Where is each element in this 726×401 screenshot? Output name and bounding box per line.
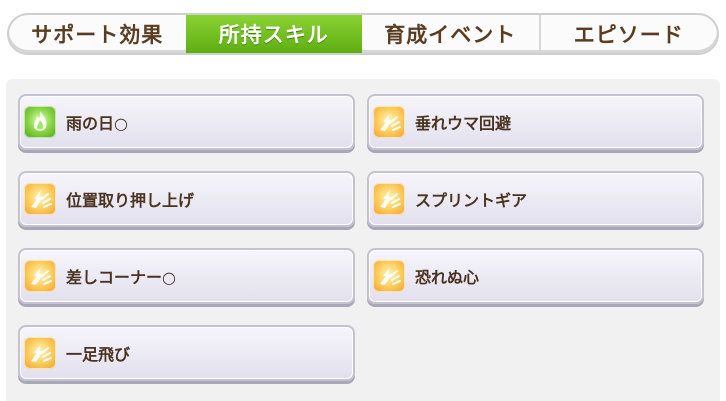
skill-item[interactable]: 一足飛び	[18, 325, 355, 381]
skill-name: スプリントギア	[415, 191, 528, 210]
skill-name: 雨の日○	[66, 114, 128, 133]
tab-support-effects[interactable]: サポート効果	[9, 15, 186, 53]
gold-speed-skill-icon	[373, 106, 405, 138]
tab-bar: サポート効果 所持スキル 育成イベント エピソード	[7, 13, 719, 55]
gold-speed-skill-icon	[24, 183, 56, 215]
tab-training-events[interactable]: 育成イベント	[362, 15, 539, 53]
skill-name: 一足飛び	[66, 345, 131, 364]
gold-speed-skill-icon	[373, 260, 405, 292]
skill-item[interactable]: 恐れぬ心	[367, 248, 704, 304]
skill-name: 位置取り押し上げ	[66, 191, 195, 210]
gold-speed-skill-icon	[24, 337, 56, 369]
gold-speed-skill-icon	[373, 183, 405, 215]
skill-item[interactable]: 雨の日○	[18, 94, 355, 150]
skill-name: 垂れウマ回避	[415, 114, 512, 133]
green-flame-skill-icon	[24, 106, 56, 138]
skill-list: 雨の日○ 垂れウマ回避 位置取り押し上げ スプリントギア 差しコーナー○ 恐れぬ…	[18, 94, 704, 381]
tab-owned-skills[interactable]: 所持スキル	[185, 15, 362, 53]
skill-name: 恐れぬ心	[415, 268, 480, 287]
skill-item[interactable]: 垂れウマ回避	[367, 94, 704, 150]
skills-panel: 雨の日○ 垂れウマ回避 位置取り押し上げ スプリントギア 差しコーナー○ 恐れぬ…	[6, 79, 720, 401]
skill-item[interactable]: 位置取り押し上げ	[18, 171, 355, 227]
gold-speed-skill-icon	[24, 260, 56, 292]
skill-name: 差しコーナー○	[66, 268, 176, 287]
skill-item[interactable]: 差しコーナー○	[18, 248, 355, 304]
tab-episodes[interactable]: エピソード	[538, 15, 718, 53]
skill-item[interactable]: スプリントギア	[367, 171, 704, 227]
